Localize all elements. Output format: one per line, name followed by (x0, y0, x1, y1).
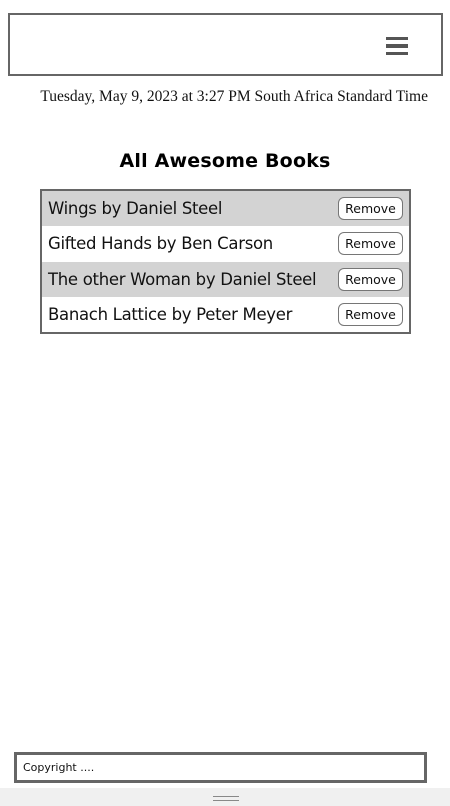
copyright-text: Copyright .... (23, 761, 95, 774)
menu-line-icon (386, 44, 408, 48)
footer: Copyright .... (14, 752, 427, 783)
remove-button[interactable]: Remove (338, 197, 403, 221)
book-row: Banach Lattice by Peter Meyer Remove (42, 297, 409, 332)
book-list: Wings by Daniel Steel Remove Gifted Hand… (40, 189, 411, 334)
header-bar (8, 13, 443, 76)
hamburger-menu-icon[interactable] (386, 37, 408, 55)
book-title: Wings by Daniel Steel (48, 199, 223, 219)
book-title: Gifted Hands by Ben Carson (48, 234, 273, 254)
handle-line-icon (213, 800, 239, 802)
remove-button[interactable]: Remove (338, 302, 403, 326)
book-title: The other Woman by Daniel Steel (48, 269, 317, 289)
page-title: All Awesome Books (119, 150, 331, 172)
window-bottom-bar (0, 788, 450, 806)
resize-handle-icon[interactable] (213, 796, 239, 802)
book-row: Gifted Hands by Ben Carson Remove (42, 226, 409, 261)
book-title: Banach Lattice by Peter Meyer (48, 304, 293, 324)
menu-line-icon (386, 37, 408, 41)
remove-button[interactable]: Remove (338, 232, 403, 256)
book-row: Wings by Daniel Steel Remove (42, 191, 409, 227)
remove-button[interactable]: Remove (338, 267, 403, 291)
current-date: Tuesday, May 9, 2023 at 3:27 PM South Af… (40, 88, 428, 105)
handle-line-icon (213, 796, 239, 798)
book-row: The other Woman by Daniel Steel Remove (42, 261, 409, 297)
menu-line-icon (386, 51, 408, 55)
